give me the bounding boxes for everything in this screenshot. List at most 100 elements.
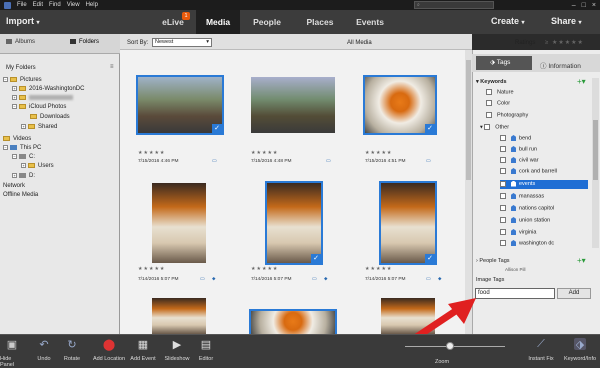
tree-downloads[interactable]: Downloads <box>30 114 70 120</box>
keyword-child-selected[interactable]: events <box>500 180 588 189</box>
keyword-checkbox[interactable] <box>500 180 506 187</box>
expand-icon[interactable]: + <box>12 173 17 178</box>
rating-stars[interactable]: ★★★★★ <box>365 150 392 156</box>
hide-panel-button[interactable]: ▣ Hide Panel <box>0 338 24 368</box>
rating-filter-stars[interactable]: ≥ ★★★★★ <box>545 39 584 46</box>
slideshow-button[interactable]: ▶ Slideshow <box>163 338 191 363</box>
expand-icon[interactable]: + <box>12 86 17 91</box>
collapse-icon[interactable]: − <box>3 77 8 82</box>
menu-help[interactable]: Help <box>86 2 98 8</box>
minimize-icon[interactable]: – <box>572 2 576 9</box>
media-thumbnail[interactable]: ✓ <box>379 181 437 265</box>
tree-d-drive[interactable]: + D: <box>12 173 35 179</box>
tab-places[interactable]: Places <box>296 10 344 34</box>
tree-users[interactable]: + Users <box>21 163 54 169</box>
add-tag-button[interactable]: Add <box>557 288 591 299</box>
instant-fix-button[interactable]: ⟋ Instant Fix <box>526 338 556 363</box>
menu-edit[interactable]: Edit <box>33 2 43 8</box>
media-thumbnail[interactable] <box>249 309 337 336</box>
tab-folders[interactable]: Folders <box>70 39 99 45</box>
keyword-checkbox[interactable] <box>486 100 492 106</box>
location-pin-icon[interactable]: ⬥ <box>438 276 442 282</box>
list-view-icon[interactable]: ≡ <box>110 64 114 70</box>
keyword-checkbox[interactable] <box>486 112 492 118</box>
keywords-header[interactable]: ▾ Keywords <box>476 79 507 85</box>
location-pin-icon[interactable]: ⬥ <box>324 276 328 282</box>
tree-network[interactable]: Network <box>3 183 25 189</box>
maximize-icon[interactable]: □ <box>582 2 586 9</box>
keyword-checkbox[interactable] <box>486 89 492 95</box>
media-thumbnail[interactable] <box>152 298 206 334</box>
zoom-slider-handle[interactable] <box>446 342 454 350</box>
expand-icon[interactable]: + <box>12 95 17 100</box>
menu-view[interactable]: View <box>67 2 80 8</box>
tab-tags[interactable]: ⬗ Tags <box>476 56 532 70</box>
keyword-child[interactable]: washington dc <box>500 240 554 246</box>
keyword-checkbox[interactable] <box>500 168 506 174</box>
add-location-button[interactable]: ⬤ Add Location <box>92 338 126 363</box>
keyword-checkbox[interactable] <box>500 240 506 246</box>
import-button[interactable]: Import ▾ <box>6 16 40 26</box>
grid-scrollbar-thumb[interactable] <box>466 60 471 180</box>
collapse-icon[interactable]: − <box>12 154 17 159</box>
keyword-child[interactable]: nations capitol <box>500 205 554 211</box>
rating-stars[interactable]: ★★★★★ <box>138 150 165 156</box>
rating-stars[interactable]: ★★★★★ <box>138 266 165 272</box>
sort-select[interactable]: Newest ▾ <box>152 38 212 47</box>
media-thumbnail[interactable] <box>152 183 206 263</box>
info-icon[interactable]: ▭ <box>212 158 217 164</box>
image-tag-input[interactable]: food <box>475 288 555 299</box>
tab-events[interactable]: Events <box>346 10 394 34</box>
tree-videos[interactable]: Videos <box>3 136 31 142</box>
keyword-child[interactable]: manassas <box>500 193 544 199</box>
rotate-button[interactable]: ↻ Rotate <box>60 338 84 363</box>
media-thumbnail[interactable]: ✓ <box>265 181 323 265</box>
keyword-child[interactable]: cork and barrell <box>500 168 557 174</box>
info-icon[interactable]: ▭ <box>426 276 431 282</box>
keywords-scrollbar-thumb[interactable] <box>593 120 598 180</box>
search-input[interactable]: ⌕ <box>414 1 494 9</box>
rating-stars[interactable]: ★★★★★ <box>251 266 278 272</box>
keyword-info-button[interactable]: ⬗ Keyword/Info <box>560 338 600 362</box>
tree-offline[interactable]: Offline Media <box>3 192 38 198</box>
editor-button[interactable]: ▤ Editor <box>194 338 218 363</box>
collapse-icon[interactable]: − <box>12 104 17 109</box>
tree-icloud[interactable]: − iCloud Photos <box>12 104 66 110</box>
collapse-icon[interactable]: − <box>3 145 8 150</box>
keyword-checkbox[interactable] <box>500 157 506 163</box>
keyword-child[interactable]: virginia <box>500 229 536 235</box>
media-thumbnail[interactable] <box>251 77 335 133</box>
media-thumbnail[interactable]: ✓ <box>363 75 437 135</box>
keyword-nature[interactable]: Nature <box>486 89 514 95</box>
tree-c-drive[interactable]: − C: <box>12 154 35 160</box>
tree-pictures[interactable]: − Pictures <box>3 77 42 83</box>
keyword-checkbox[interactable] <box>500 193 506 199</box>
keyword-checkbox[interactable] <box>500 217 506 223</box>
add-event-button[interactable]: ▦ Add Event <box>129 338 157 363</box>
menu-find[interactable]: Find <box>49 2 61 8</box>
rating-stars[interactable]: ★★★★★ <box>251 150 278 156</box>
people-tags-header[interactable]: › People Tags <box>476 258 510 264</box>
keyword-checkbox[interactable] <box>500 146 506 152</box>
info-icon[interactable]: ▭ <box>200 276 205 282</box>
create-button[interactable]: Create ▾ <box>491 16 525 26</box>
keyword-other[interactable]: ▾ Other <box>480 124 509 130</box>
expand-icon[interactable]: + <box>21 163 26 168</box>
keyword-checkbox[interactable] <box>500 135 506 141</box>
keyword-color[interactable]: Color <box>486 100 510 106</box>
tab-media[interactable]: Media <box>196 10 240 34</box>
keyword-child[interactable]: bull run <box>500 146 537 152</box>
tree-redacted[interactable]: + <box>12 95 73 101</box>
menu-file[interactable]: File <box>17 2 27 8</box>
keyword-checkbox[interactable] <box>500 205 506 211</box>
people-tag-item[interactable]: Allison Pill <box>505 267 526 272</box>
undo-button[interactable]: ↶ Undo <box>34 338 54 363</box>
zoom-slider[interactable] <box>405 346 505 347</box>
tree-washington[interactable]: +2016-WashingtonDC <box>12 86 84 92</box>
rating-stars[interactable]: ★★★★★ <box>365 266 392 272</box>
keyword-child[interactable]: bend <box>500 135 531 141</box>
tab-information[interactable]: ⓘ Information <box>540 60 581 70</box>
close-icon[interactable]: × <box>592 2 596 9</box>
tab-albums[interactable]: Albums <box>6 39 35 45</box>
add-people-tag-icon[interactable]: +▾ <box>577 256 586 265</box>
